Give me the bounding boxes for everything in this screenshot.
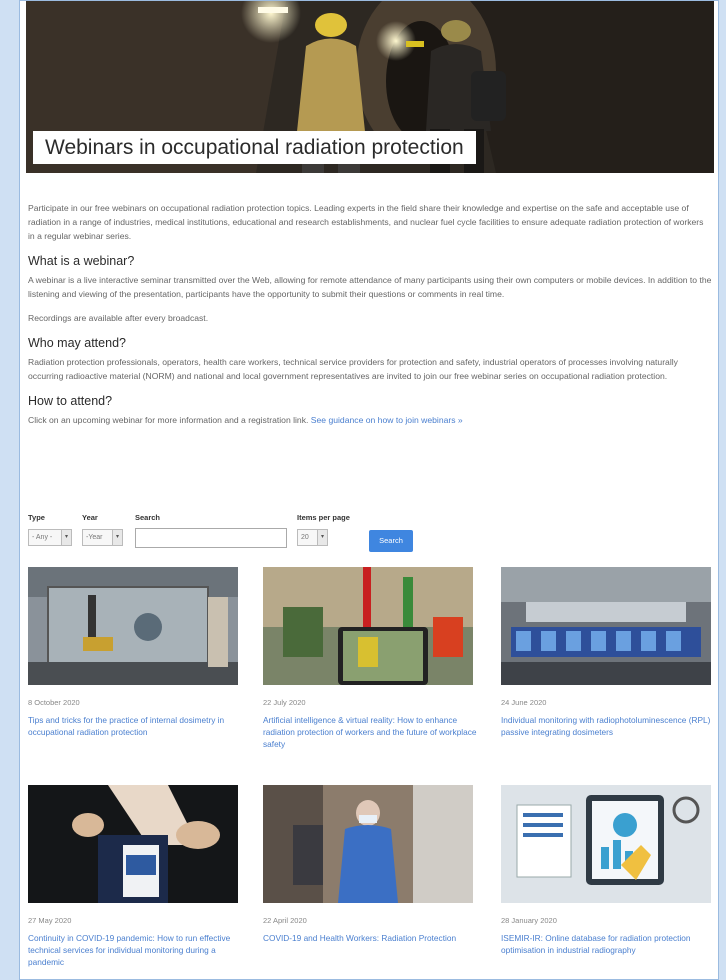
how-heading: How to attend? xyxy=(28,394,113,408)
webinar-title-link[interactable]: ISEMIR-IR: Online database for radiation… xyxy=(501,932,716,956)
items-per-page-value: 20 xyxy=(301,534,309,541)
hero-banner: Webinars in occupational radiation prote… xyxy=(26,1,714,173)
who-paragraph: Radiation protection professionals, oper… xyxy=(28,357,678,381)
search-input[interactable] xyxy=(135,528,287,548)
what-heading: What is a webinar? xyxy=(28,254,135,268)
webinar-card[interactable]: 24 June 2020 Individual monitoring with … xyxy=(501,567,716,738)
chevron-down-icon: ▾ xyxy=(61,530,71,545)
type-select[interactable]: - Any - ▾ xyxy=(28,529,72,546)
search-label: Search xyxy=(135,513,161,522)
webinar-title-link[interactable]: Continuity in COVID-19 pandemic: How to … xyxy=(28,932,243,968)
webinar-date: 22 April 2020 xyxy=(263,916,307,925)
webinar-title-link[interactable]: Individual monitoring with radiophotolum… xyxy=(501,714,716,738)
guidance-link[interactable]: See guidance on how to join webinars » xyxy=(311,415,463,425)
dosimeter-rack-image[interactable] xyxy=(501,567,711,685)
page-frame: Webinars in occupational radiation prote… xyxy=(19,0,719,980)
how-paragraph: Click on an upcoming webinar for more in… xyxy=(28,413,712,427)
webinar-card[interactable]: 27 May 2020 Continuity in COVID-19 pande… xyxy=(28,785,243,968)
search-button[interactable]: Search xyxy=(369,530,413,552)
year-select-value: -Year xyxy=(86,534,103,541)
webinar-date: 8 October 2020 xyxy=(28,698,80,707)
year-label: Year xyxy=(82,513,98,522)
health-worker-image[interactable] xyxy=(263,785,473,903)
items-per-page-select[interactable]: 20 ▾ xyxy=(297,529,328,546)
recordings-paragraph: Recordings are available after every bro… xyxy=(28,313,209,323)
webinar-title-link[interactable]: COVID-19 and Health Workers: Radiation P… xyxy=(263,932,478,944)
chevron-down-icon: ▾ xyxy=(317,530,327,545)
webinar-title-link[interactable]: Tips and tricks for the practice of inte… xyxy=(28,714,243,738)
intro-paragraph: Participate in our free webinars on occu… xyxy=(28,203,704,241)
main-content: Participate in our free webinars on occu… xyxy=(28,201,712,437)
page-title: Webinars in occupational radiation prote… xyxy=(33,131,476,164)
database-illustration-image[interactable] xyxy=(501,785,711,903)
items-per-page-label: Items per page xyxy=(297,513,350,522)
how-text: Click on an upcoming webinar for more in… xyxy=(28,415,309,425)
year-select[interactable]: -Year ▾ xyxy=(82,529,123,546)
webinar-title-link[interactable]: Artificial intelligence & virtual realit… xyxy=(263,714,478,750)
chevron-down-icon: ▾ xyxy=(112,530,122,545)
who-heading: Who may attend? xyxy=(28,336,126,350)
type-select-value: - Any - xyxy=(32,534,53,541)
type-label: Type xyxy=(28,513,45,522)
webinar-date: 22 July 2020 xyxy=(263,698,306,707)
webinar-card[interactable]: 22 April 2020 COVID-19 and Health Worker… xyxy=(263,785,478,944)
webinar-date: 24 June 2020 xyxy=(501,698,547,707)
webinar-date: 28 January 2020 xyxy=(501,916,557,925)
webinar-card[interactable]: 8 October 2020 Tips and tricks for the p… xyxy=(28,567,243,738)
filter-bar: Type - Any - ▾ Year -Year ▾ Search Items… xyxy=(28,513,712,553)
what-paragraph: A webinar is a live interactive seminar … xyxy=(28,275,712,299)
tablet-plant-image[interactable] xyxy=(263,567,473,685)
lab-robot-image[interactable] xyxy=(28,567,238,685)
webinar-date: 27 May 2020 xyxy=(28,916,72,925)
dosimeter-hands-image[interactable] xyxy=(28,785,238,903)
webinar-card[interactable]: 28 January 2020 ISEMIR-IR: Online databa… xyxy=(501,785,716,956)
webinar-card[interactable]: 22 July 2020 Artificial intelligence & v… xyxy=(263,567,478,750)
